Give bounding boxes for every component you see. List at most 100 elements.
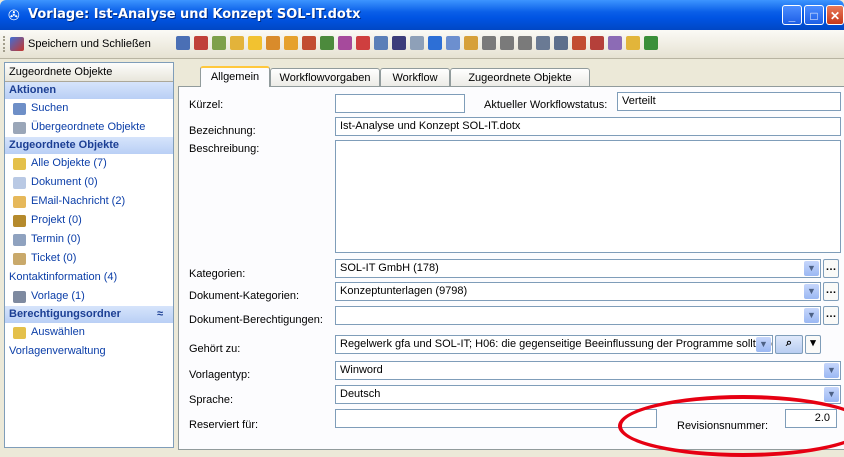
tab-workflow[interactable]: Workflow: [380, 68, 450, 86]
layout-icon[interactable]: [428, 36, 442, 50]
sidebar-section-actions: Aktionen: [5, 82, 173, 99]
save-close-label: Speichern und Schließen: [28, 38, 151, 50]
gehoert-zu-value: Regelwerk gfa und SOL-IT; H06: die gegen…: [340, 338, 773, 350]
task-icon[interactable]: [338, 36, 352, 50]
dokument-berechtigungen-label: Dokument-Berechtigungen:: [189, 314, 323, 326]
maximize-button[interactable]: □: [804, 5, 824, 25]
search-button[interactable]: ⌕: [775, 335, 803, 354]
chevron-down-icon[interactable]: ▼: [824, 387, 839, 402]
folder-icon[interactable]: [464, 36, 478, 50]
save-and-close-button[interactable]: Speichern und Schließen: [10, 36, 151, 52]
sidebar-item-document[interactable]: Dokument (0): [5, 173, 173, 192]
sprache-label: Sprache:: [189, 394, 234, 406]
toolbar-grip[interactable]: [3, 36, 8, 52]
sidebar-item-template[interactable]: Vorlage (1): [5, 287, 173, 306]
revisionsnummer-field[interactable]: 2.0: [785, 409, 837, 428]
sidebar-item-email[interactable]: EMail-Nachricht (2): [5, 192, 173, 211]
sidebar: Zugeordnete Objekte Aktionen Suchen Über…: [4, 62, 174, 448]
chevron-down-icon[interactable]: ▼: [804, 261, 819, 276]
new-icon[interactable]: [230, 36, 244, 50]
mail-icon[interactable]: [284, 36, 298, 50]
sidebar-item-label: Dokument (0): [31, 176, 98, 188]
dokument-kategorien-more-button[interactable]: …: [823, 282, 839, 301]
binoculars-2-icon[interactable]: [500, 36, 514, 50]
sidebar-item-parent-objects[interactable]: Übergeordnete Objekte: [5, 118, 173, 137]
compare-icon[interactable]: [608, 36, 622, 50]
kategorien-value: SOL-IT GmbH (178): [340, 262, 439, 274]
bezeichnung-field[interactable]: Ist-Analyse und Konzept SOL-IT.dotx: [335, 117, 841, 136]
parent-objects-icon: [13, 121, 26, 134]
vorlagentyp-select[interactable]: Winword ▼: [335, 361, 841, 380]
sidebar-item-all-objects[interactable]: Alle Objekte (7): [5, 154, 173, 173]
close-button[interactable]: ✕: [826, 5, 844, 25]
dokument-kategorien-select[interactable]: Konzeptunterlagen (9798) ▼: [335, 282, 821, 301]
sidebar-item-contact[interactable]: Kontaktinformation (4): [5, 268, 173, 287]
chevron-down-icon[interactable]: ▼: [824, 363, 839, 378]
sidebar-item-label: Vorlagenverwaltung: [9, 345, 106, 357]
chevron-down-icon[interactable]: ▼: [756, 337, 771, 352]
edit-icon[interactable]: [590, 36, 604, 50]
dokument-kategorien-label: Dokument-Kategorien:: [189, 290, 300, 302]
kuerzel-field[interactable]: [335, 94, 465, 113]
calendar-icon: [13, 233, 26, 246]
open-folder-icon[interactable]: [626, 36, 640, 50]
chevron-down-icon[interactable]: ▼: [804, 284, 819, 299]
document-icon: [13, 176, 26, 189]
gehoert-zu-select[interactable]: Regelwerk gfa und SOL-IT; H06: die gegen…: [335, 335, 773, 354]
alarm-icon[interactable]: [356, 36, 370, 50]
sprache-select[interactable]: Deutsch ▼: [335, 385, 841, 404]
search-icon: [13, 102, 26, 115]
collapse-icon[interactable]: ≈: [157, 306, 163, 323]
chevron-down-icon[interactable]: ▼: [804, 308, 819, 323]
phone-icon[interactable]: [302, 36, 316, 50]
binoculars-icon[interactable]: [482, 36, 496, 50]
sidebar-item-project[interactable]: Projekt (0): [5, 211, 173, 230]
sidebar-item-suchen[interactable]: Suchen: [5, 99, 173, 118]
workflow-status-label: Aktueller Workflowstatus:: [484, 99, 608, 111]
save-icon[interactable]: [176, 36, 190, 50]
sidebar-item-select[interactable]: Auswählen: [5, 323, 173, 342]
sprache-value: Deutsch: [340, 388, 381, 400]
favorite-icon[interactable]: [248, 36, 262, 50]
sidebar-header: Zugeordnete Objekte: [5, 63, 173, 82]
minimize-button[interactable]: _: [782, 5, 802, 25]
reserviert-fuer-field[interactable]: [335, 409, 657, 428]
calendar-icon[interactable]: [320, 36, 334, 50]
save-close-icon: [10, 37, 24, 51]
kategorien-more-button[interactable]: …: [823, 259, 839, 278]
save-as-icon[interactable]: [194, 36, 208, 50]
sidebar-item-template-management[interactable]: Vorlagenverwaltung: [5, 342, 173, 361]
kuerzel-label: Kürzel:: [189, 99, 224, 111]
sidebar-section-assigned: Zugeordnete Objekte: [5, 137, 173, 154]
flag-icon[interactable]: [572, 36, 586, 50]
tab-allgemein[interactable]: Allgemein: [200, 66, 270, 87]
columns-icon[interactable]: [554, 36, 568, 50]
help-icon[interactable]: [392, 36, 406, 50]
beschreibung-field[interactable]: [335, 140, 841, 253]
workflow-status-field: Verteilt: [617, 92, 841, 111]
dokument-berechtigungen-select[interactable]: ▼: [335, 306, 821, 325]
sidebar-item-ticket[interactable]: Ticket (0): [5, 249, 173, 268]
project-icon: [13, 214, 26, 227]
properties-icon[interactable]: [374, 36, 388, 50]
sidebar-item-label: Auswählen: [31, 326, 85, 338]
tab-assigned-objects[interactable]: Zugeordnete Objekte: [450, 68, 590, 86]
kategorien-select[interactable]: SOL-IT GmbH (178) ▼: [335, 259, 821, 278]
bezeichnung-label: Bezeichnung:: [189, 125, 256, 137]
gehoert-zu-dropdown-button[interactable]: ▾: [805, 335, 821, 354]
tab-workflowvorgaben[interactable]: Workflowvorgaben: [270, 68, 380, 86]
dokument-berechtigungen-more-button[interactable]: …: [823, 306, 839, 325]
preview-icon[interactable]: [410, 36, 424, 50]
link-icon[interactable]: [446, 36, 460, 50]
email-icon: [13, 195, 26, 208]
refresh-icon[interactable]: [212, 36, 226, 50]
folder-icon: [13, 157, 26, 170]
tools-icon[interactable]: [536, 36, 550, 50]
sidebar-section-label: Berechtigungsordner: [9, 308, 121, 320]
exit-icon[interactable]: [644, 36, 658, 50]
sidebar-section-permissions[interactable]: Berechtigungsordner ≈: [5, 306, 173, 323]
sidebar-item-appointment[interactable]: Termin (0): [5, 230, 173, 249]
pin-icon[interactable]: [266, 36, 280, 50]
binoculars-3-icon[interactable]: [518, 36, 532, 50]
sidebar-item-label: Übergeordnete Objekte: [31, 121, 146, 133]
